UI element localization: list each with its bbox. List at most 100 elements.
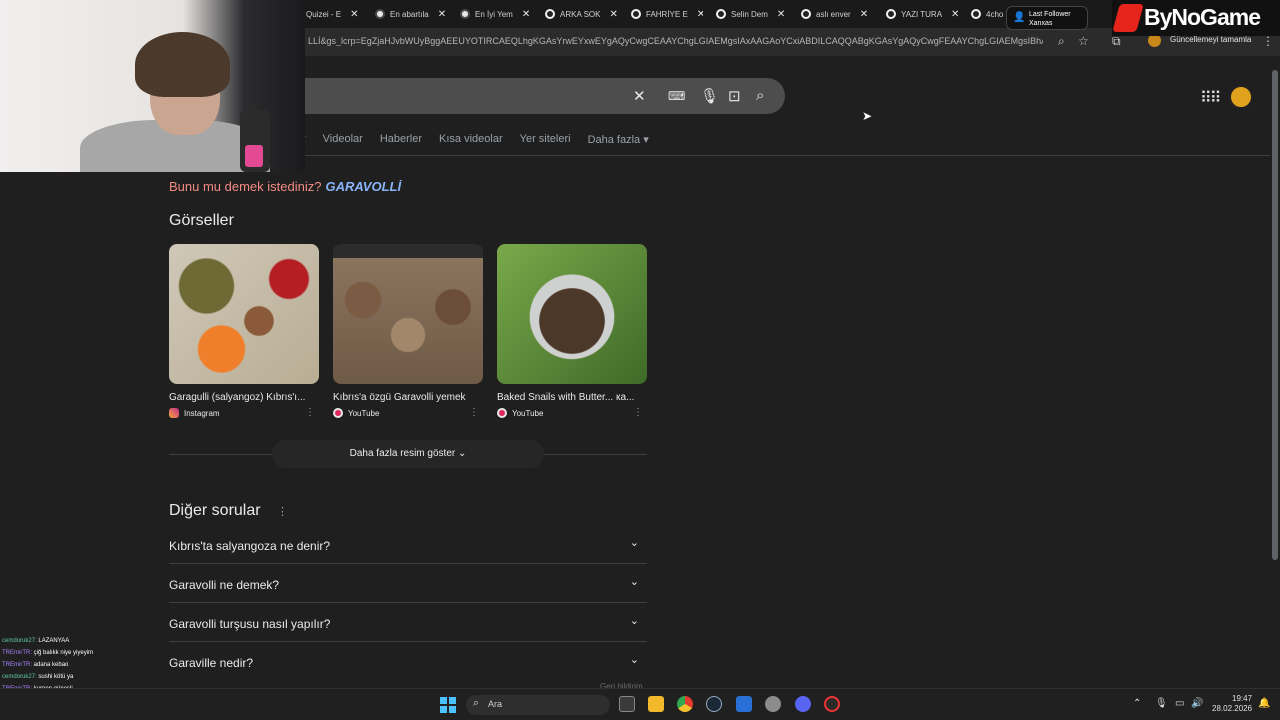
browser-tab[interactable]: YAZI TURA ✕ (886, 4, 958, 24)
images-section-title: Görseller (169, 212, 234, 229)
browser-tab[interactable]: 4cho (971, 4, 1007, 24)
tab-places[interactable]: Yer siteleri (520, 133, 571, 146)
microphone-icon[interactable]: 🎙 (700, 87, 719, 105)
steam-icon[interactable] (706, 696, 722, 712)
tab-label: FAHRİYE E (646, 9, 688, 19)
image-caption[interactable]: Baked Snails with Butter... ка... (497, 392, 637, 403)
volume-icon[interactable]: 🔊 (1191, 698, 1203, 709)
clear-icon[interactable]: ✕ (633, 87, 646, 105)
more-options-icon[interactable]: ⋮ (469, 407, 479, 418)
close-icon[interactable]: ✕ (522, 9, 530, 20)
file-explorer-icon[interactable] (648, 696, 664, 712)
image-result[interactable]: Baked Snails with Butter... ка... YouTub… (497, 244, 647, 418)
update-button[interactable]: Güncellemeyi tamamla (1170, 35, 1251, 44)
scrollbar[interactable] (1270, 56, 1280, 688)
chevron-down-icon[interactable]: ⌄ (630, 653, 639, 666)
keyboard-icon[interactable]: ⌨ (668, 89, 685, 103)
chevron-down-icon[interactable]: ⌄ (630, 614, 639, 627)
search-nav-tabs: r Videolar Haberler Kısa videolar Yer si… (302, 133, 649, 146)
zoom-icon[interactable]: ⌕ (1058, 34, 1065, 49)
more-options-icon[interactable]: ⋮ (305, 407, 315, 418)
search-input[interactable]: ✕ ⌨ 🎙 ⊡ ⌕ (305, 78, 785, 114)
store-icon[interactable] (736, 696, 752, 712)
tab-more[interactable]: Daha fazla ▾ (588, 133, 649, 146)
image-result[interactable]: Garagulli (salyangoz) Kıbrıs'ı... Instag… (169, 244, 319, 418)
screen: Quizei - E ✕ En abartıla ✕ En İyi Yem ✕ … (0, 0, 1280, 720)
apps-grid-icon[interactable]: ⠿⠿ (1200, 88, 1221, 108)
paa-question[interactable]: Garavolli turşusu nasıl yapılır? ⌄ (169, 604, 647, 642)
browser-tab[interactable]: Selin Dem ✕ (716, 4, 788, 24)
microphone-icon[interactable]: 🎙 (1155, 698, 1168, 709)
time: 19:47 (1232, 694, 1253, 703)
taskbar: ⌕ Ara ⌃ 🎙 ▭ 🔊 19:47 28.02.2026 🔔 (0, 688, 1280, 720)
close-icon[interactable]: ✕ (697, 9, 703, 20)
chevron-down-icon[interactable]: ⌄ (630, 536, 639, 549)
chevron-down-icon[interactable]: ⌄ (630, 575, 639, 588)
settings-icon[interactable] (765, 696, 781, 712)
snails-image[interactable] (333, 244, 483, 384)
close-icon[interactable]: ✕ (860, 9, 868, 20)
tab-videos[interactable]: Videolar (323, 133, 363, 146)
image-source: Instagram (169, 408, 319, 418)
follower-name: Xanxas (1029, 20, 1053, 27)
browser-tab[interactable]: En abartıla ✕ (375, 4, 447, 24)
close-icon[interactable]: ✕ (350, 9, 358, 20)
tab-news[interactable]: Haberler (380, 133, 422, 146)
menu-icon[interactable]: ⋮ (1262, 34, 1274, 48)
tab-label: aslı enver (816, 9, 851, 19)
scrollbar-thumb[interactable] (1272, 70, 1278, 560)
search-icon[interactable]: ⌕ (756, 87, 764, 104)
tab-short-videos[interactable]: Kısa videolar (439, 133, 503, 146)
task-view-icon[interactable] (619, 696, 635, 712)
instagram-icon (169, 408, 179, 418)
browser-tab[interactable]: FAHRİYE E ✕ (631, 4, 703, 24)
paa-question[interactable]: Garavolli ne demek? ⌄ (169, 565, 647, 603)
discord-icon[interactable] (795, 696, 811, 712)
search-placeholder: Ara (488, 699, 503, 709)
network-icon[interactable]: ▭ (1175, 698, 1184, 709)
stream-chat: cemdoruk27: LAZANYAA TREmirTR: çiğ balık… (2, 635, 137, 695)
source-label: YouTube (348, 408, 380, 418)
globe-icon (375, 9, 385, 19)
chrome-icon[interactable] (677, 696, 693, 712)
did-you-mean-link[interactable]: GARAVOLLİ (325, 179, 401, 194)
chrome-icon (631, 9, 641, 19)
baked-snails-image[interactable] (497, 244, 647, 384)
browser-tab[interactable]: aslı enver ✕ (801, 4, 873, 24)
image-caption[interactable]: Garagulli (salyangoz) Kıbrıs'ı... (169, 392, 309, 403)
paa-question[interactable]: Kıbrıs'ta salyangoza ne denir? ⌄ (169, 526, 647, 564)
avatar[interactable] (1229, 85, 1253, 109)
star-icon[interactable]: ☆ (1078, 34, 1089, 48)
chevron-up-icon[interactable]: ⌃ (1133, 698, 1141, 709)
close-icon[interactable]: ✕ (438, 9, 446, 20)
windows-start-icon[interactable] (440, 697, 456, 713)
webcam-overlay (0, 0, 305, 172)
extensions-icon[interactable]: ⧉ (1112, 34, 1121, 49)
clock[interactable]: 19:47 28.02.2026 (1212, 694, 1252, 714)
more-options-icon[interactable]: ⋮ (633, 407, 643, 418)
browser-tab[interactable]: Quizei - E ✕ (306, 4, 368, 24)
brand-overlay: ByNoGame (1112, 0, 1280, 36)
paa-title-text: Diğer sorular (169, 502, 261, 519)
taskbar-search[interactable]: ⌕ Ara (466, 695, 610, 715)
snail-dish-image[interactable] (169, 244, 319, 384)
youtube-icon (333, 408, 343, 418)
browser-tab[interactable]: ARKA SOK ✕ (545, 4, 617, 24)
camera-search-icon[interactable]: ⊡ (728, 87, 741, 105)
obs-icon[interactable] (824, 696, 840, 712)
youtube-icon (497, 408, 507, 418)
image-result[interactable]: Kıbrıs'a özgü Garavolli yemek YouTube ⋮ (333, 244, 483, 418)
image-caption[interactable]: Kıbrıs'a özgü Garavolli yemek (333, 392, 473, 403)
more-images-button[interactable]: Daha fazla resim göster ⌄ (272, 440, 544, 468)
tab-label: Selin Dem (731, 9, 768, 19)
chrome-icon (716, 9, 726, 19)
close-icon[interactable]: ✕ (777, 9, 785, 20)
close-icon[interactable]: ✕ (609, 9, 617, 20)
browser-tab[interactable]: En İyi Yem ✕ (460, 4, 532, 24)
notification-icon[interactable]: 🔔 (1258, 698, 1270, 709)
more-options-icon[interactable]: ⋮ (277, 506, 288, 518)
url-text[interactable]: LLİ&gs_lcrp=EgZjaHJvbWUyBggAEEUYOTIRCAEQ… (308, 36, 1043, 46)
source-label: Instagram (184, 408, 220, 418)
close-icon[interactable]: ✕ (951, 9, 958, 20)
paa-question[interactable]: Garaville nedir? ⌄ (169, 643, 647, 681)
